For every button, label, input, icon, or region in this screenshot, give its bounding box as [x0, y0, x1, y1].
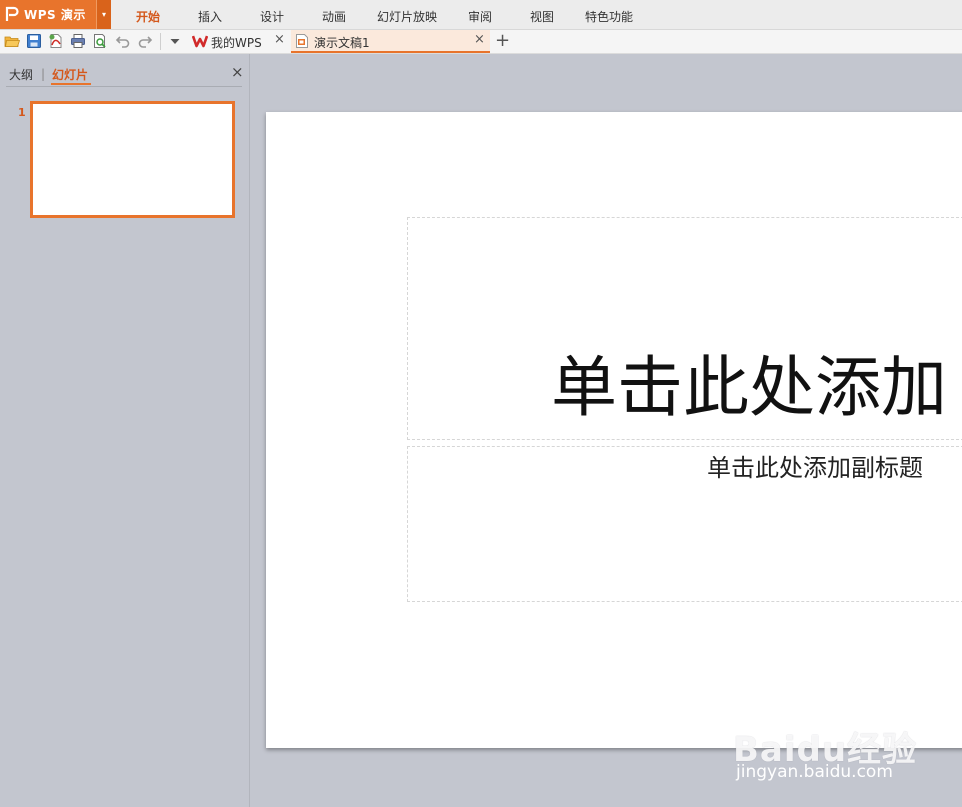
toolbar-divider: [160, 33, 161, 50]
close-tab-icon[interactable]: ×: [274, 32, 285, 47]
customize-dropdown-icon[interactable]: [167, 33, 183, 49]
menu-design[interactable]: 设计: [260, 8, 284, 25]
tab-slides[interactable]: 幻灯片: [52, 66, 88, 83]
panel-divider: [6, 86, 242, 87]
ribbon-menu-bar: WPS 演示 ▾ 开始 插入 设计 动画 幻灯片放映 审阅 视图 特色功能: [0, 0, 962, 30]
open-folder-icon[interactable]: [4, 33, 20, 49]
menu-insert[interactable]: 插入: [198, 8, 222, 25]
slide-thumbnail[interactable]: [30, 101, 235, 218]
wps-logo-icon: [5, 6, 19, 21]
tab-my-wps-label: 我的WPS: [211, 36, 262, 50]
tab-my-wps[interactable]: 我的WPS ×: [188, 30, 288, 53]
title-placeholder-text: 单击此处添加: [551, 349, 947, 426]
tab-outline[interactable]: 大纲: [9, 66, 33, 83]
new-tab-plus-icon[interactable]: +: [495, 30, 510, 52]
wps-w-icon: [192, 35, 208, 48]
menu-home[interactable]: 开始: [136, 8, 160, 25]
presentation-file-icon: [296, 34, 308, 48]
menu-review[interactable]: 审阅: [468, 8, 492, 25]
app-name: WPS 演示: [24, 8, 86, 22]
subtitle-placeholder-text: 单击此处添加副标题: [707, 454, 923, 482]
panel-close-icon[interactable]: ×: [231, 63, 244, 81]
menu-animation[interactable]: 动画: [322, 8, 346, 25]
undo-icon[interactable]: [115, 33, 131, 49]
redo-icon[interactable]: [137, 33, 153, 49]
quick-access-toolbar: 我的WPS × 演示文稿1 × +: [0, 30, 962, 54]
app-dropdown-icon[interactable]: ▾: [96, 0, 111, 29]
watermark-url: jingyan.baidu.com: [736, 762, 893, 782]
print-icon[interactable]: [70, 33, 86, 49]
active-tab-underline: [51, 83, 91, 85]
tab-presentation-1[interactable]: 演示文稿1 ×: [291, 30, 490, 53]
save-icon[interactable]: [26, 33, 42, 49]
close-tab-icon[interactable]: ×: [474, 32, 485, 47]
slide-number: 1: [18, 106, 26, 119]
slide-navigation-panel: 大纲 | 幻灯片 × 1: [0, 54, 250, 807]
slide-canvas[interactable]: 单击此处添加 单击此处添加副标题: [266, 112, 962, 748]
menu-special-features[interactable]: 特色功能: [585, 8, 633, 25]
menu-view[interactable]: 视图: [530, 8, 554, 25]
export-pdf-icon[interactable]: [48, 33, 64, 49]
print-preview-icon[interactable]: [92, 33, 108, 49]
tab-presentation-label: 演示文稿1: [314, 36, 370, 50]
menu-slideshow[interactable]: 幻灯片放映: [377, 8, 437, 25]
baidu-watermark: Baidu经验 jingyan.baidu.com: [733, 700, 916, 790]
panel-tabs: 大纲 | 幻灯片 ×: [0, 54, 249, 86]
panel-tab-divider: |: [41, 67, 46, 81]
app-menu-button[interactable]: WPS 演示 ▾: [0, 0, 111, 29]
